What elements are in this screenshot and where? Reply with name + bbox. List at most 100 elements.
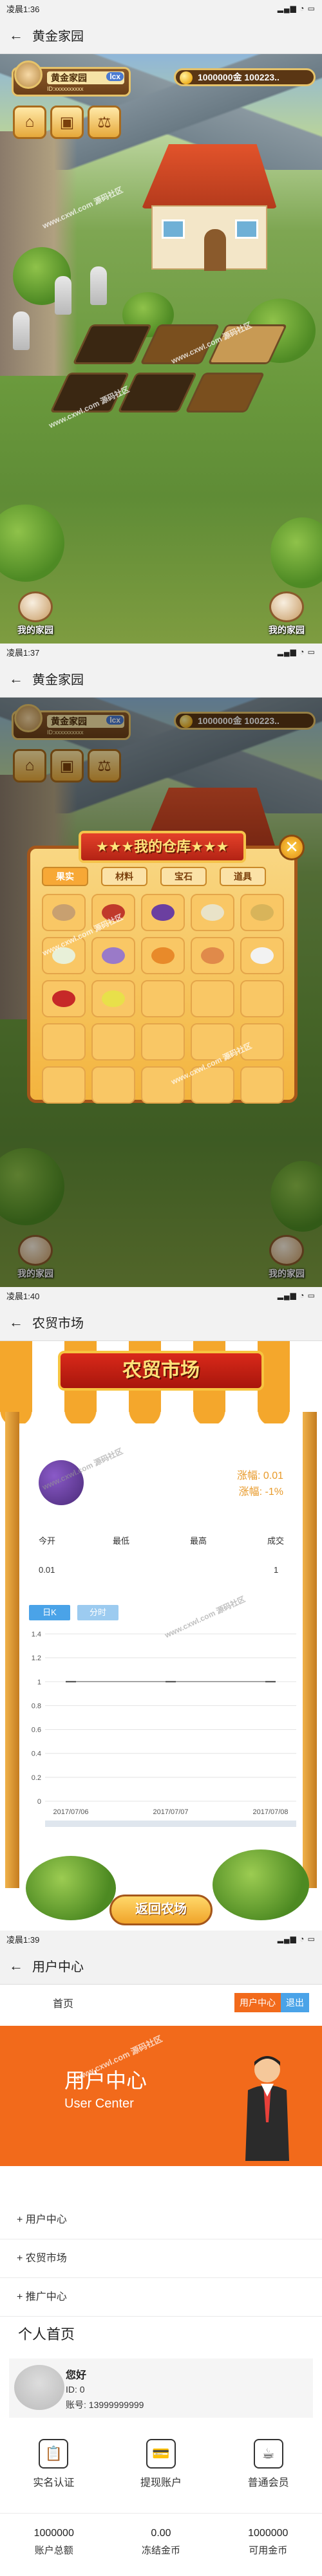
stat-value: 1000000 (248, 2528, 289, 2539)
menu-promotion[interactable]: + 推广中心 (0, 2278, 322, 2317)
page-title: 黄金家园 (32, 30, 84, 44)
home-button-left[interactable]: 我的家园 (13, 591, 58, 636)
menu-market[interactable]: + 农贸市场 (0, 2239, 322, 2278)
player-level: lcx (106, 72, 124, 81)
market-icon[interactable]: ⚖ (88, 106, 121, 139)
status-bar: 凌晨1:36 ▂▄▆ ◔ ▭ (0, 0, 322, 17)
stat-label: 冻结金币 (141, 2545, 180, 2556)
shop-icon[interactable]: ⌂ (13, 106, 46, 139)
avatar[interactable] (14, 2365, 64, 2410)
item-slot[interactable] (141, 937, 185, 974)
item-slot[interactable] (240, 1066, 284, 1104)
item-slot[interactable] (91, 980, 135, 1017)
tab-day-k[interactable]: 日K (29, 1605, 70, 1620)
home-icon (18, 591, 53, 622)
flower-icon (102, 947, 125, 964)
item-slot[interactable] (141, 1023, 185, 1061)
y-tick-label: 1 (37, 1678, 41, 1686)
statue (13, 311, 30, 350)
item-slot[interactable] (42, 1066, 86, 1104)
banner-subtitle: User Center (64, 2097, 134, 2111)
y-tick-label: 0.2 (32, 1774, 41, 1782)
card-icon: 💳 (146, 2439, 176, 2469)
tab-fruit[interactable]: 果实 (42, 867, 88, 886)
item-slot[interactable] (141, 980, 185, 1017)
return-farm-button[interactable]: 返回农场 (109, 1895, 213, 1925)
tab-tool[interactable]: 道具 (220, 867, 266, 886)
farm-screen: 凌晨1:36 ▂▄▆ ◔ ▭ ← 黄金家园 www.cxwl.com 源码社区 … (0, 0, 322, 644)
pomegranate-icon (52, 990, 75, 1007)
col-high: 最高 (190, 1536, 207, 1546)
logout-button[interactable]: 退出 (281, 1993, 309, 2012)
tree (270, 517, 322, 588)
profile-account: 账号: 13999999999 (66, 2400, 144, 2410)
membership-button[interactable]: ☕ 普通会员 (248, 2439, 289, 2497)
farm-scene[interactable]: www.cxwl.com 源码社区 www.cxwl.com 源码社区 www.… (0, 54, 322, 644)
stat-available: 1000000 可用金币 (248, 2514, 288, 2571)
item-slot[interactable] (42, 980, 86, 1017)
price-change-percent: 涨幅: -1% (238, 1487, 283, 1497)
farm-plot[interactable] (185, 373, 265, 412)
lemon-icon (102, 990, 125, 1007)
toolbar: ⌂ ▣ ⚖ (13, 106, 121, 139)
back-arrow-icon[interactable]: ← (9, 1314, 23, 1331)
title-bar: ← 黄金家园 (0, 660, 322, 698)
bush (26, 1856, 116, 1920)
warehouse-screen: 凌晨1:37 ▂▄▆ ◔ ▭ ← 黄金家园 黄金家园 lcx ID:xxxxxx… (0, 644, 322, 1287)
player-avatar[interactable] (14, 60, 43, 89)
profile-greeting: 您好 (66, 2370, 87, 2381)
y-tick-label: 1.2 (32, 1654, 41, 1662)
item-slot[interactable] (91, 937, 135, 974)
item-slot[interactable] (191, 980, 234, 1017)
profile-card: 您好 ID: 0 账号: 13999999999 (9, 2358, 313, 2418)
item-slot[interactable] (240, 937, 284, 974)
balance-stats: 1000000 账户总额 0.00 冻结金币 1000000 可用金币 (0, 2513, 322, 2571)
item-slot[interactable] (240, 980, 284, 1017)
item-slot[interactable] (141, 894, 185, 931)
market-body: 农贸市场 涨幅: 0.01 涨幅: -1% 今开 最低 最高 成交 0.01 1… (0, 1341, 322, 1931)
carrot-icon (151, 947, 175, 964)
item-slot[interactable] (191, 937, 234, 974)
y-tick-label: 0.4 (32, 1750, 41, 1758)
user-center-header: 首页 用户中心 退出 (0, 1985, 322, 2021)
verify-button[interactable]: 📋 实名认证 (33, 2439, 74, 2497)
status-icons: ▂▄▆ ◔ ▭ (277, 1934, 316, 1943)
item-slot[interactable] (42, 894, 86, 931)
warehouse-grid (42, 894, 287, 1104)
x-tick-label: 2017/07/07 (153, 1808, 188, 1816)
warehouse-icon[interactable]: ▣ (50, 106, 84, 139)
item-slot[interactable] (42, 1023, 86, 1061)
tree (0, 505, 64, 582)
back-arrow-icon[interactable]: ← (9, 671, 23, 687)
header-buttons: 用户中心 退出 (234, 1993, 309, 2012)
profile-id: ID: 0 (66, 2384, 85, 2395)
house-window (162, 219, 185, 239)
player-id: ID:xxxxxxxxxx (47, 86, 84, 92)
item-slot[interactable] (91, 1023, 135, 1061)
home-icon (269, 591, 304, 622)
item-slot[interactable] (91, 1066, 135, 1104)
user-center-button[interactable]: 用户中心 (234, 1993, 281, 2012)
tab-gem[interactable]: 宝石 (160, 867, 207, 886)
modal-overlay[interactable]: ★★★我的仓库★★★ ✕ 果实 材料 宝石 道具 www.cxwl.com 源码… (0, 698, 322, 1287)
col-open: 今开 (39, 1536, 56, 1546)
menu-user-center[interactable]: + 用户中心 (0, 2201, 322, 2239)
home-button-right[interactable]: 我的家园 (264, 591, 309, 636)
farm-plot[interactable] (72, 324, 153, 364)
house-door (204, 229, 226, 271)
action-label: 实名认证 (33, 2478, 75, 2488)
item-slot[interactable] (240, 894, 284, 931)
back-arrow-icon[interactable]: ← (9, 1958, 23, 1974)
withdraw-account-button[interactable]: 💳 提现账户 (140, 2439, 182, 2497)
tab-minute[interactable]: 分时 (77, 1605, 118, 1620)
y-tick-label: 0.6 (32, 1727, 41, 1734)
farm-house[interactable] (142, 144, 277, 273)
close-icon[interactable]: ✕ (279, 835, 305, 860)
tab-material[interactable]: 材料 (101, 867, 147, 886)
title-bar: ← 用户中心 (0, 1947, 322, 1985)
status-icons: ▂▄▆ ◔ ▭ (277, 647, 316, 656)
stat-value: 1000000 (33, 2528, 74, 2539)
home-link[interactable]: 首页 (53, 1995, 73, 2010)
back-arrow-icon[interactable]: ← (9, 27, 23, 44)
item-slot[interactable] (191, 894, 234, 931)
